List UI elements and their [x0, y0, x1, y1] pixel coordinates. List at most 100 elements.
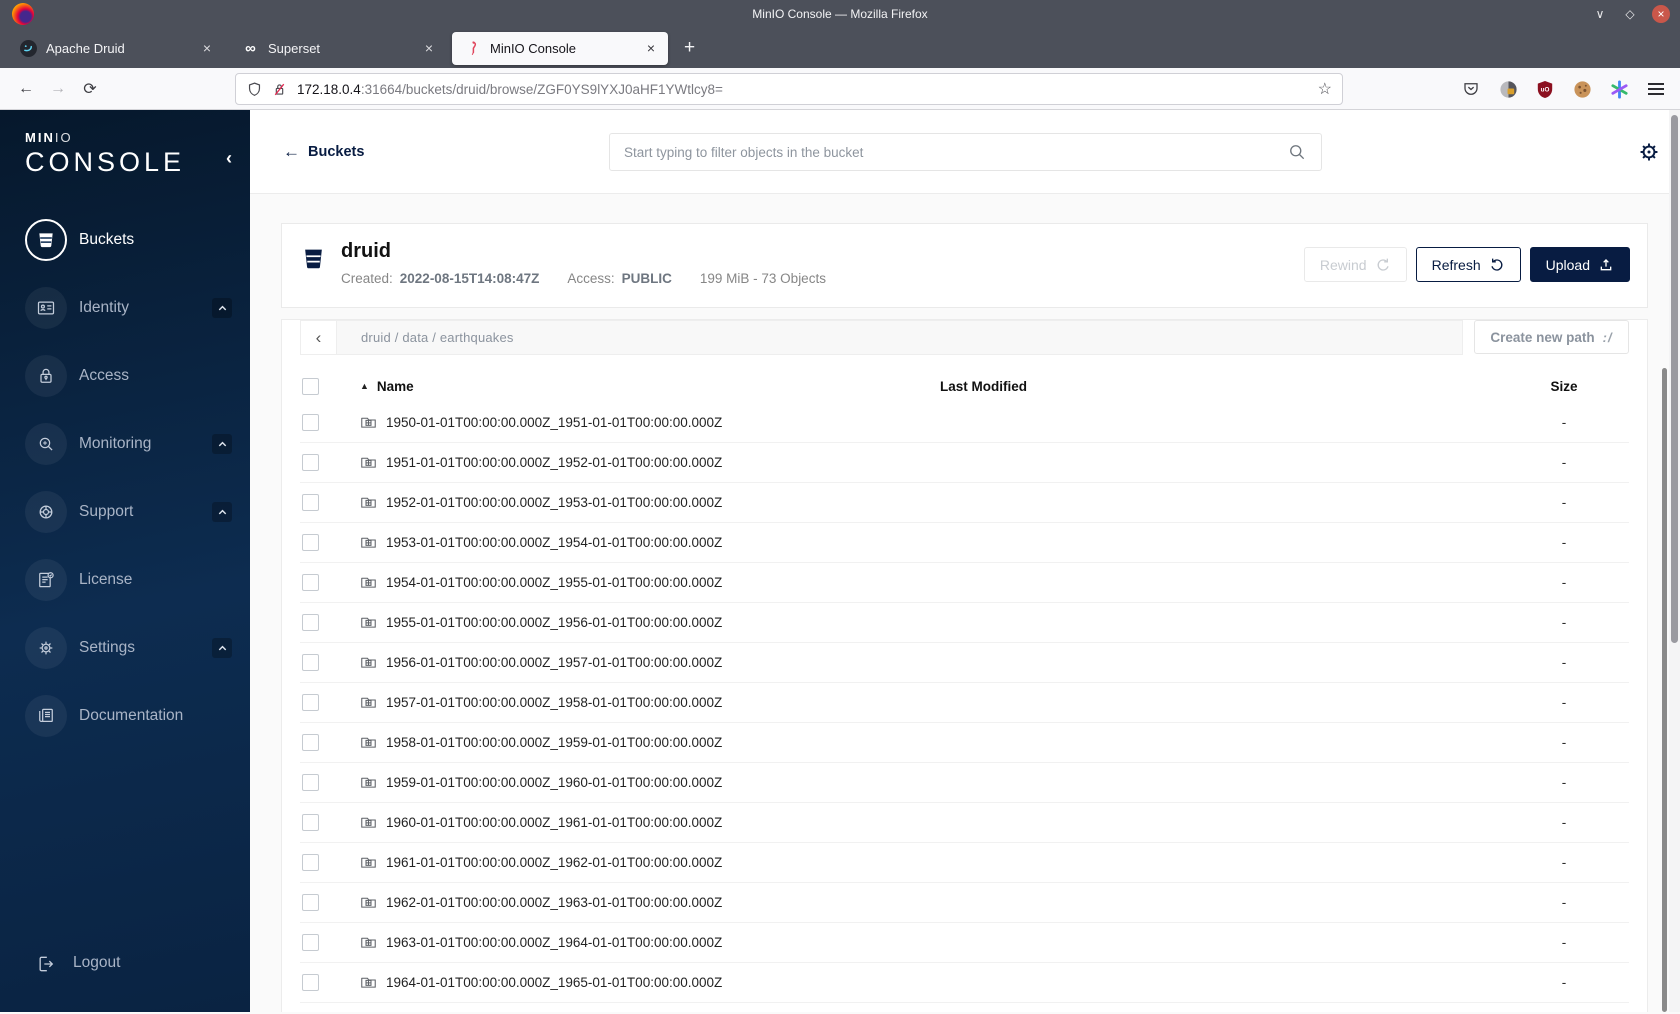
browser-titlebar: MinIO Console — Mozilla Firefox ∨ ◇ × — [0, 0, 1680, 28]
create-new-path-button[interactable]: Create new path :/ — [1474, 320, 1629, 354]
sidebar-item-identity[interactable]: Identity — [25, 287, 232, 329]
privacy-extension-icon[interactable] — [1498, 79, 1518, 99]
chevron-up-icon[interactable] — [212, 434, 232, 454]
row-checkbox[interactable] — [302, 454, 319, 471]
table-row[interactable]: 1950-01-01T00:00:00.000Z_1951-01-01T00:0… — [300, 402, 1629, 442]
book-icon — [36, 706, 56, 726]
new-tab-button[interactable]: + — [674, 37, 705, 59]
browser-reload-icon[interactable]: ⟳ — [74, 79, 106, 99]
browser-back-icon[interactable]: ← — [10, 80, 42, 98]
row-checkbox[interactable] — [302, 494, 319, 511]
sidebar-item-buckets[interactable]: Buckets — [25, 219, 232, 261]
column-last-modified[interactable]: Last Modified — [940, 379, 1499, 394]
pocket-icon[interactable] — [1461, 79, 1481, 99]
folder-icon — [360, 814, 377, 831]
insecure-lock-icon[interactable] — [271, 81, 288, 98]
sidebar-item-access[interactable]: Access — [25, 355, 232, 397]
sidebar-item-documentation[interactable]: Documentation — [25, 695, 232, 737]
breadcrumb-path[interactable]: druid / data / earthquakes — [361, 330, 514, 345]
browser-forward-icon[interactable]: → — [42, 80, 74, 98]
table-row[interactable]: 1953-01-01T00:00:00.000Z_1954-01-01T00:0… — [300, 522, 1629, 562]
folder-icon — [360, 534, 377, 551]
row-checkbox[interactable] — [302, 974, 319, 991]
bookmark-star-icon[interactable]: ☆ — [1318, 79, 1332, 99]
url-bar[interactable]: 172.18.0.4:31664/buckets/druid/browse/ZG… — [235, 73, 1343, 105]
lifebuoy-icon — [36, 502, 56, 522]
upload-button[interactable]: Upload — [1529, 247, 1630, 282]
page-scrollbar-thumb[interactable] — [1671, 115, 1678, 643]
page-scrollbar[interactable] — [1669, 110, 1680, 1012]
table-row[interactable]: 1957-01-01T00:00:00.000Z_1958-01-01T00:0… — [300, 682, 1629, 722]
chevron-up-icon[interactable] — [212, 638, 232, 658]
ublock-origin-icon[interactable]: uO — [1535, 79, 1555, 99]
collapse-sidebar-icon[interactable]: ‹ — [226, 148, 232, 169]
tab-apache-druid[interactable]: Apache Druid × — [8, 32, 224, 65]
sidebar-item-settings[interactable]: Settings — [25, 627, 232, 669]
window-minimize-icon[interactable]: ∨ — [1592, 7, 1608, 21]
chevron-up-icon[interactable] — [212, 502, 232, 522]
row-checkbox[interactable] — [302, 734, 319, 751]
url-text[interactable]: 172.18.0.4:31664/buckets/druid/browse/ZG… — [297, 82, 1318, 97]
table-row[interactable]: 1961-01-01T00:00:00.000Z_1962-01-01T00:0… — [300, 842, 1629, 882]
tracking-shield-icon[interactable] — [246, 81, 263, 98]
search-icon — [1290, 145, 1305, 160]
breadcrumb-back-icon[interactable]: ‹ — [301, 321, 337, 354]
sidebar-item-monitoring[interactable]: Monitoring — [25, 423, 232, 465]
table-row[interactable]: 1956-01-01T00:00:00.000Z_1957-01-01T00:0… — [300, 642, 1629, 682]
menu-hamburger-icon[interactable] — [1646, 79, 1666, 99]
sort-ascending-icon[interactable]: ▲ — [360, 381, 369, 391]
table-row[interactable]: 1958-01-01T00:00:00.000Z_1959-01-01T00:0… — [300, 722, 1629, 762]
asterisk-extension-icon[interactable] — [1609, 79, 1629, 99]
table-row[interactable]: 1959-01-01T00:00:00.000Z_1960-01-01T00:0… — [300, 762, 1629, 802]
table-row[interactable]: 1960-01-01T00:00:00.000Z_1961-01-01T00:0… — [300, 802, 1629, 842]
sidebar-item-license[interactable]: License — [25, 559, 232, 601]
folder-icon — [360, 414, 377, 431]
table-row[interactable]: 1952-01-01T00:00:00.000Z_1953-01-01T00:0… — [300, 482, 1629, 522]
chevron-up-icon[interactable] — [212, 298, 232, 318]
row-checkbox[interactable] — [302, 894, 319, 911]
objects-table: ▲ Name Last Modified Size 1950-01-01T00:… — [300, 370, 1629, 1012]
row-checkbox[interactable] — [302, 654, 319, 671]
row-checkbox[interactable] — [302, 614, 319, 631]
bucket-icon — [36, 230, 56, 250]
window-maximize-icon[interactable]: ◇ — [1622, 7, 1638, 21]
column-name[interactable]: Name — [377, 379, 414, 394]
table-row[interactable]: 1964-01-01T00:00:00.000Z_1965-01-01T00:0… — [300, 962, 1629, 1002]
tab-close-icon[interactable]: × — [644, 40, 658, 56]
table-row-partial — [300, 1002, 1629, 1014]
table-row[interactable]: 1954-01-01T00:00:00.000Z_1955-01-01T00:0… — [300, 562, 1629, 602]
row-checkbox[interactable] — [302, 814, 319, 831]
back-to-buckets-link[interactable]: ← Buckets — [283, 142, 364, 162]
settings-gear-icon[interactable] — [1636, 139, 1662, 165]
tab-close-icon[interactable]: × — [422, 40, 436, 56]
tab-superset[interactable]: ∞ Superset × — [230, 32, 446, 65]
sidebar-item-logout[interactable]: Logout — [25, 942, 232, 984]
sidebar-item-support[interactable]: Support — [25, 491, 232, 533]
table-scrollbar-thumb[interactable] — [1662, 368, 1667, 1012]
logout-icon — [36, 953, 56, 973]
table-row[interactable]: 1963-01-01T00:00:00.000Z_1964-01-01T00:0… — [300, 922, 1629, 962]
object-filter-search[interactable] — [609, 133, 1322, 171]
table-row[interactable]: 1955-01-01T00:00:00.000Z_1956-01-01T00:0… — [300, 602, 1629, 642]
row-checkbox[interactable] — [302, 774, 319, 791]
identity-card-icon — [36, 298, 56, 318]
window-close-icon[interactable]: × — [1652, 5, 1670, 23]
row-checkbox[interactable] — [302, 934, 319, 951]
license-doc-icon — [36, 570, 56, 590]
table-row[interactable]: 1962-01-01T00:00:00.000Z_1963-01-01T00:0… — [300, 882, 1629, 922]
tab-minio-console[interactable]: MinIO Console × — [452, 31, 668, 65]
content-header: ← Buckets — [250, 110, 1680, 194]
column-size[interactable]: Size — [1499, 379, 1629, 394]
rewind-button[interactable]: Rewind — [1303, 247, 1407, 282]
table-row[interactable]: 1951-01-01T00:00:00.000Z_1952-01-01T00:0… — [300, 442, 1629, 482]
row-checkbox[interactable] — [302, 694, 319, 711]
refresh-button[interactable]: Refresh — [1415, 247, 1521, 282]
tab-close-icon[interactable]: × — [200, 40, 214, 56]
row-checkbox[interactable] — [302, 854, 319, 871]
cookie-extension-icon[interactable] — [1572, 79, 1592, 99]
row-checkbox[interactable] — [302, 574, 319, 591]
search-input[interactable] — [624, 144, 1287, 160]
row-checkbox[interactable] — [302, 413, 319, 431]
row-checkbox[interactable] — [302, 534, 319, 551]
select-all-checkbox[interactable] — [302, 377, 319, 395]
